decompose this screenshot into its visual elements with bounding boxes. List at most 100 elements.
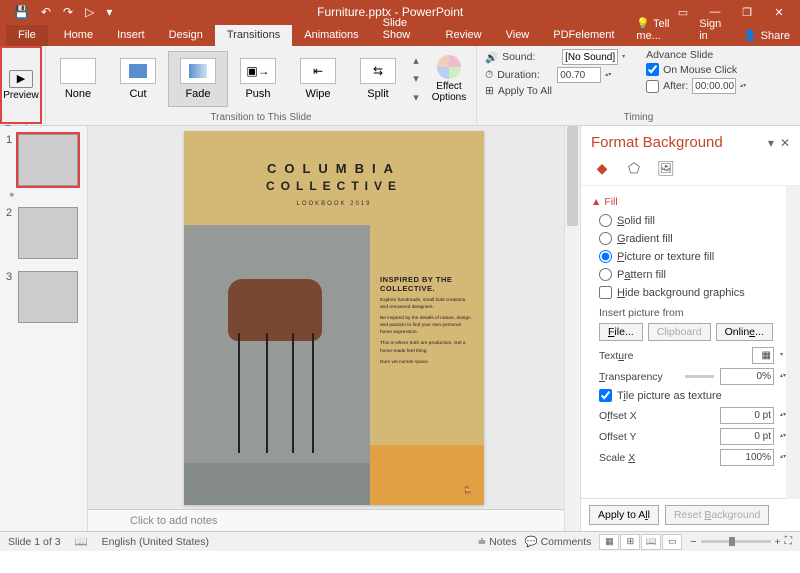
- tab-review[interactable]: Review: [434, 25, 494, 46]
- insert-online-button[interactable]: Online...: [716, 323, 773, 341]
- sound-icon: 🔊: [485, 51, 498, 64]
- tab-animations[interactable]: Animations: [292, 25, 370, 46]
- texture-picker[interactable]: ▦: [752, 347, 774, 364]
- after-spinner[interactable]: ▴▾: [740, 83, 750, 90]
- fill-tab-icon[interactable]: ◆: [591, 157, 613, 179]
- pane-close-icon[interactable]: ✕: [780, 136, 790, 150]
- tab-slideshow[interactable]: Slide Show: [371, 13, 434, 46]
- duration-spinner[interactable]: ▴▾: [605, 72, 615, 79]
- fill-section-header[interactable]: ▲ Fill: [591, 196, 790, 208]
- close-button[interactable]: ✕: [764, 0, 794, 24]
- tab-home[interactable]: Home: [52, 25, 105, 46]
- solid-fill-radio[interactable]: Solid fill: [591, 214, 790, 227]
- zoom-in-button[interactable]: +: [775, 536, 781, 548]
- tab-view[interactable]: View: [494, 25, 542, 46]
- transition-push[interactable]: ▣→Push: [228, 51, 288, 107]
- gradient-fill-radio[interactable]: Gradient fill: [591, 232, 790, 245]
- insert-picture-from-label: Insert picture from: [599, 307, 790, 319]
- thumbnail-2[interactable]: 2: [6, 207, 81, 259]
- start-slideshow-icon[interactable]: ▷: [85, 5, 94, 19]
- pattern-fill-radio[interactable]: Pattern fill: [591, 268, 790, 281]
- apply-to-all-button[interactable]: Apply To All: [498, 85, 552, 97]
- share-button[interactable]: 👤Share: [733, 25, 800, 46]
- current-slide[interactable]: COLUMBIA COLLECTIVE LOOKBOOK 2019 INSPIR…: [184, 131, 484, 505]
- zoom-slider[interactable]: [701, 540, 771, 543]
- transition-gallery-more[interactable]: ▴▾▾: [408, 51, 424, 107]
- slide-count-status[interactable]: Slide 1 of 3: [8, 536, 61, 548]
- advance-slide-label: Advance Slide: [646, 49, 750, 61]
- duration-field[interactable]: 00.70: [557, 67, 601, 83]
- on-mouse-click-checkbox[interactable]: [646, 63, 659, 76]
- scale-x-field[interactable]: 100%: [720, 449, 774, 466]
- sound-dropdown-icon[interactable]: ▾: [622, 54, 632, 61]
- tab-transitions[interactable]: Transitions: [215, 25, 292, 46]
- vertical-scrollbar[interactable]: [564, 126, 580, 531]
- view-buttons: ▦ ⊞ 📖 ▭: [599, 534, 682, 550]
- quick-access-toolbar: 💾 ↶ ↷ ▷ ▾: [0, 5, 112, 19]
- group-label-transition: Transition to This Slide: [46, 112, 476, 125]
- comments-toggle[interactable]: 💬 Comments: [525, 535, 592, 548]
- fit-to-window-button[interactable]: ⛶: [785, 535, 792, 548]
- slide-thumbnails-panel[interactable]: 1 ✶ 2 3: [0, 126, 88, 531]
- spellcheck-icon[interactable]: 📖: [75, 535, 88, 548]
- notes-pane[interactable]: Click to add notes: [88, 509, 580, 531]
- insert-clipboard-button: Clipboard: [648, 323, 711, 341]
- pane-dropdown-icon[interactable]: ▾: [768, 136, 774, 150]
- transition-indicator-icon: ✶: [8, 190, 81, 201]
- thumbnail-3[interactable]: 3: [6, 271, 81, 323]
- effect-options-button[interactable]: Effect Options: [424, 51, 474, 107]
- transparency-value[interactable]: 0%: [720, 368, 774, 385]
- preview-button[interactable]: ▶ Preview: [0, 46, 42, 124]
- notes-toggle[interactable]: ≐ Notes: [477, 536, 516, 548]
- tab-design[interactable]: Design: [157, 25, 215, 46]
- slide-body-text: INSPIRED BY THE COLLECTIVE. Explore hand…: [380, 275, 474, 371]
- save-icon[interactable]: 💾: [14, 5, 29, 19]
- pane-category-tabs: ◆ ⬠ 🖼: [581, 157, 800, 186]
- after-checkbox[interactable]: [646, 80, 659, 93]
- language-status[interactable]: English (United States): [102, 536, 209, 548]
- transition-none[interactable]: None: [48, 51, 108, 107]
- transition-fade[interactable]: Fade: [168, 51, 228, 107]
- preview-icon: ▶: [9, 70, 33, 88]
- slide-title-1: COLUMBIA: [184, 161, 484, 176]
- restore-button[interactable]: ❐: [732, 0, 762, 24]
- group-label-timing: Timing: [485, 112, 792, 125]
- insert-file-button[interactable]: File...: [599, 323, 643, 341]
- after-time-field[interactable]: 00:00.00: [692, 78, 736, 94]
- tab-insert[interactable]: Insert: [105, 25, 157, 46]
- offset-x-field[interactable]: 0 pt: [720, 407, 774, 424]
- undo-icon[interactable]: ↶: [41, 5, 51, 19]
- apply-all-icon: ⊞: [485, 85, 494, 97]
- zoom-out-button[interactable]: −: [690, 536, 696, 548]
- transition-split[interactable]: ⇆Split: [348, 51, 408, 107]
- sorter-view-icon[interactable]: ⊞: [620, 534, 640, 550]
- redo-icon[interactable]: ↷: [63, 5, 73, 19]
- tell-me-search[interactable]: 💡 Tell me...: [626, 13, 689, 46]
- hide-bg-graphics-checkbox[interactable]: Hide background graphics: [591, 286, 790, 299]
- slide-editor: COLUMBIA COLLECTIVE LOOKBOOK 2019 INSPIR…: [88, 126, 580, 531]
- offset-y-field[interactable]: 0 pt: [720, 428, 774, 445]
- pane-scrollbar[interactable]: [786, 186, 800, 499]
- apply-to-all-button[interactable]: Apply to All: [589, 505, 659, 525]
- slide-subtitle: LOOKBOOK 2019: [184, 201, 484, 207]
- sound-select[interactable]: [562, 49, 618, 65]
- thumbnail-1[interactable]: 1: [6, 134, 81, 186]
- status-bar: Slide 1 of 3 📖 English (United States) ≐…: [0, 531, 800, 551]
- tab-pdfelement[interactable]: PDFelement: [541, 25, 626, 46]
- duration-icon: ⏱: [485, 69, 493, 82]
- tab-file[interactable]: File: [6, 25, 48, 46]
- reading-view-icon[interactable]: 📖: [641, 534, 661, 550]
- picture-fill-radio[interactable]: Picture or texture fill: [591, 250, 790, 263]
- transparency-slider[interactable]: [685, 375, 714, 378]
- normal-view-icon[interactable]: ▦: [599, 534, 619, 550]
- slideshow-view-icon[interactable]: ▭: [662, 534, 682, 550]
- chair-glyph-icon: 🪑: [462, 486, 474, 497]
- transition-cut[interactable]: Cut: [108, 51, 168, 107]
- ribbon: ▶ Preview Preview None Cut Fade ▣→Push ⇤…: [0, 46, 800, 126]
- share-icon: 👤: [743, 29, 757, 42]
- transition-wipe[interactable]: ⇤Wipe: [288, 51, 348, 107]
- sign-in-link[interactable]: Sign in: [689, 14, 733, 46]
- picture-tab-icon[interactable]: 🖼: [655, 157, 677, 179]
- effects-tab-icon[interactable]: ⬠: [623, 157, 645, 179]
- tile-picture-checkbox[interactable]: Tile picture as texture: [591, 389, 790, 402]
